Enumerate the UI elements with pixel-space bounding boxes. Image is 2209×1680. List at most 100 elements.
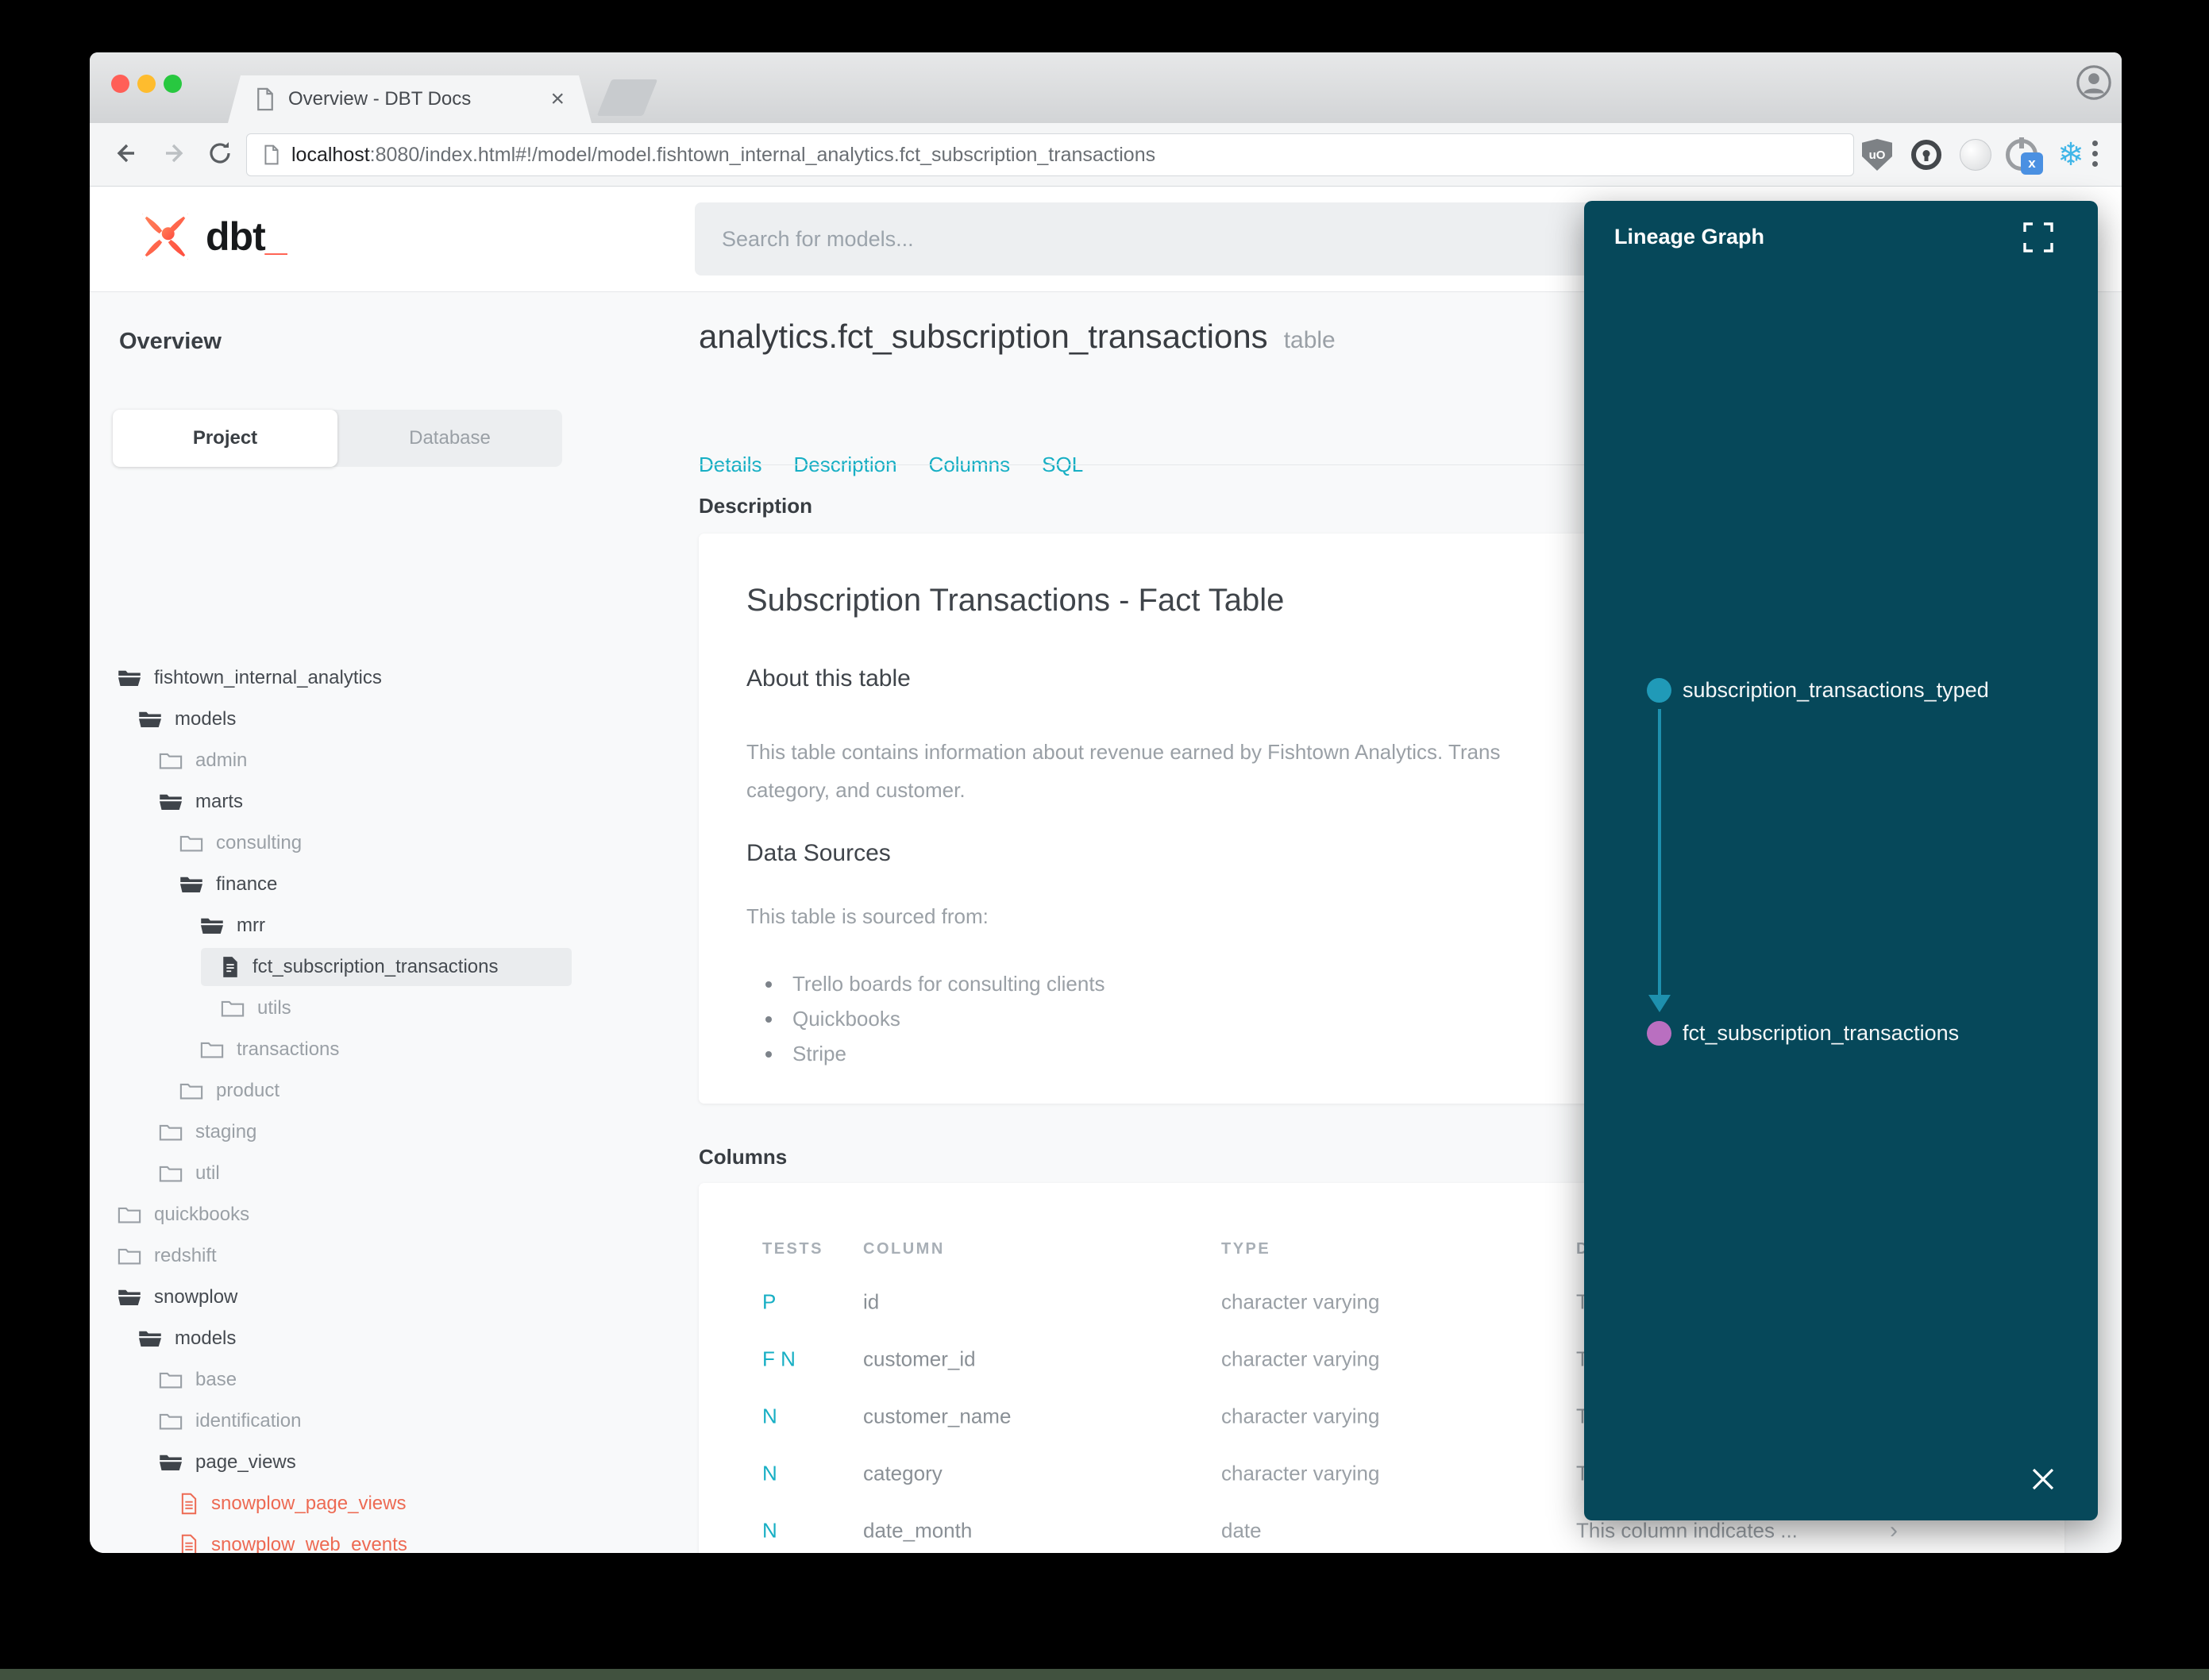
url-path: :8080/index.html#!/model/model.fishtown_… <box>369 143 1156 166</box>
snowflake-extension-icon[interactable]: ❄ <box>2051 135 2091 175</box>
tree-item-consulting[interactable]: consulting <box>90 823 683 864</box>
lineage-node-subscription_transactions_typed[interactable]: subscription_transactions_typed <box>1647 678 1989 703</box>
folder-closed-icon <box>118 1207 141 1223</box>
ublock-extension-icon[interactable]: uO <box>1857 135 1897 175</box>
folder-closed-icon <box>179 835 203 852</box>
logo-text: dbt <box>206 214 266 259</box>
sidebar: Overview Project Database fishtown_inter… <box>90 292 683 1553</box>
window-zoom-button[interactable] <box>164 75 182 93</box>
window-titlebar: Overview - DBT Docs × <box>90 52 2122 123</box>
window-minimize-button[interactable] <box>137 75 156 93</box>
chevron-right-icon[interactable]: › <box>1890 1517 1898 1544</box>
cell-type: character varying <box>1221 1347 1380 1371</box>
folder-open-icon <box>201 918 223 934</box>
tree-item-base[interactable]: base <box>90 1359 683 1401</box>
url-bar[interactable]: localhost:8080/index.html#!/model/model.… <box>246 133 1854 176</box>
forward-button[interactable] <box>155 133 196 174</box>
data-sources-heading: Data Sources <box>746 840 891 866</box>
folder-closed-icon <box>159 1372 183 1389</box>
about-heading: About this table <box>746 665 911 692</box>
cell-type: date <box>1221 1518 1262 1543</box>
column-header-tests: TESTS <box>762 1240 823 1258</box>
tree-item-page_views[interactable]: page_views <box>90 1442 683 1483</box>
circle-extension-icon[interactable] <box>1956 135 1995 175</box>
browser-toolbar: localhost:8080/index.html#!/model/model.… <box>90 123 2122 187</box>
dbt-logo[interactable]: dbt _ <box>139 210 287 263</box>
fullscreen-icon[interactable] <box>2022 222 2054 253</box>
logo-cursor: _ <box>264 214 287 259</box>
tree-item-marts[interactable]: marts <box>90 781 683 823</box>
url-text[interactable]: localhost:8080/index.html#!/model/model.… <box>291 144 1155 167</box>
cell-description: This column indicates ... <box>1576 1518 1798 1543</box>
tree-item-util[interactable]: util <box>90 1153 683 1194</box>
cell-type: character varying <box>1221 1461 1380 1485</box>
project-tree: fishtown_internal_analytics models admin… <box>90 657 683 1553</box>
lineage-node-fct_subscription_transactions[interactable]: fct_subscription_transactions <box>1647 1021 1959 1046</box>
browser-profile-icon[interactable] <box>2076 65 2111 100</box>
tree-item-mrr[interactable]: mrr <box>90 905 683 946</box>
model-file-icon <box>181 1493 197 1515</box>
folder-open-icon <box>160 794 182 810</box>
password-extension-icon[interactable] <box>1906 135 1946 175</box>
window-close-button[interactable] <box>111 75 129 93</box>
tab-project[interactable]: Project <box>113 410 337 467</box>
model-name: analytics.fct_subscription_transactions <box>699 318 1268 355</box>
tab-close-icon[interactable]: × <box>550 87 565 111</box>
tree-item-fct_subscription_transactions[interactable]: fct_subscription_transactions <box>90 946 683 988</box>
tree-item-snowplow[interactable]: snowplow <box>90 1277 683 1318</box>
lineage-graph-title: Lineage Graph <box>1614 225 1765 249</box>
new-tab-button[interactable] <box>596 79 658 116</box>
cell-tests: N <box>762 1518 777 1543</box>
folder-closed-icon <box>221 1000 245 1017</box>
tree-item-finance[interactable]: finance <box>90 864 683 905</box>
tree-item-snowplow_page_views[interactable]: snowplow_page_views <box>90 1483 683 1524</box>
bullet-icon <box>765 1050 772 1058</box>
tree-item-snowplow_web_events[interactable]: snowplow_web_events <box>90 1524 683 1553</box>
cell-tests: F N <box>762 1347 796 1371</box>
browser-menu-icon[interactable] <box>2092 141 2098 167</box>
about-paragraph-line2: category, and customer. <box>746 778 966 802</box>
cell-column: date_month <box>863 1518 973 1543</box>
source-list-item: Trello boards for consulting clients <box>765 972 1105 996</box>
sidebar-overview-heading[interactable]: Overview <box>119 329 222 355</box>
cell-tests: N <box>762 1404 777 1428</box>
lineage-edge-arrowhead <box>1648 995 1671 1012</box>
power-extension-icon[interactable]: x <box>2002 135 2043 175</box>
tab-database[interactable]: Database <box>337 410 562 467</box>
data-sources-intro: This table is sourced from: <box>746 904 989 928</box>
tree-item-quickbooks[interactable]: quickbooks <box>90 1194 683 1235</box>
tree-item-utils[interactable]: utils <box>90 988 683 1029</box>
cell-type: character varying <box>1221 1404 1380 1428</box>
browser-tab[interactable]: Overview - DBT Docs × <box>228 75 592 123</box>
description-heading: Subscription Transactions - Fact Table <box>746 583 1285 618</box>
back-button[interactable] <box>104 133 145 174</box>
desktop-edge <box>0 1669 2209 1680</box>
lineage-edge <box>1658 709 1661 996</box>
dbt-logo-icon <box>142 214 188 260</box>
columns-section-label: Columns <box>699 1145 788 1169</box>
folder-closed-icon <box>159 753 183 769</box>
page-favicon-icon <box>255 87 276 111</box>
cell-type: character varying <box>1221 1289 1380 1314</box>
tree-item-models-snowplow[interactable]: models <box>90 1318 683 1359</box>
tree-item-fishtown_internal_analytics[interactable]: fishtown_internal_analytics <box>90 657 683 699</box>
tree-item-redshift[interactable]: redshift <box>90 1235 683 1277</box>
folder-open-icon <box>160 1455 182 1470</box>
tree-item-models[interactable]: models <box>90 699 683 740</box>
tree-item-product[interactable]: product <box>90 1070 683 1112</box>
tree-item-transactions[interactable]: transactions <box>90 1029 683 1070</box>
lineage-close-icon[interactable] <box>2029 1465 2057 1493</box>
model-file-icon <box>223 957 237 977</box>
folder-closed-icon <box>159 1413 183 1430</box>
model-file-icon <box>181 1534 197 1553</box>
reload-button[interactable] <box>199 133 241 174</box>
source-list-item: Quickbooks <box>765 1007 900 1031</box>
folder-closed-icon <box>159 1166 183 1182</box>
tree-item-staging[interactable]: staging <box>90 1112 683 1153</box>
tree-item-admin[interactable]: admin <box>90 740 683 781</box>
lineage-graph-panel: Lineage Graph subscription_transactions_… <box>1584 201 2098 1520</box>
description-section-label: Description <box>699 494 813 518</box>
node-dot-teal <box>1647 678 1671 703</box>
model-type-badge: table <box>1283 327 1336 353</box>
tree-item-identification[interactable]: identification <box>90 1401 683 1442</box>
